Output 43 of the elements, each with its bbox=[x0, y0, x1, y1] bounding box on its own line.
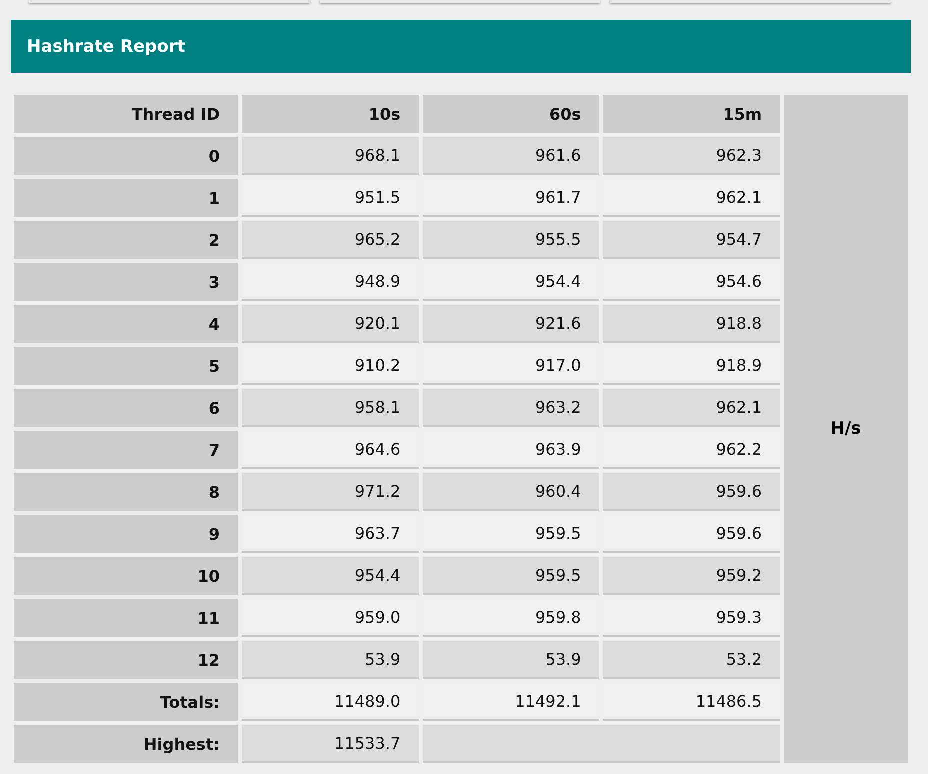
column-header: 10s bbox=[242, 95, 419, 133]
row-label: 2 bbox=[14, 221, 238, 259]
table-cell: 11533.7 bbox=[242, 725, 419, 763]
table-cell: 954.7 bbox=[603, 221, 780, 259]
row-label: 4 bbox=[14, 305, 238, 343]
table-cell: 960.4 bbox=[422, 473, 600, 511]
row-label: 10 bbox=[14, 557, 238, 595]
table-cell: 968.1 bbox=[242, 137, 419, 175]
table-cell: 961.6 bbox=[422, 137, 600, 175]
row-label: 1 bbox=[14, 179, 238, 217]
table-cell: 959.2 bbox=[603, 557, 780, 595]
table-cell: 53.9 bbox=[422, 641, 600, 679]
table-cell: 962.1 bbox=[603, 389, 780, 427]
table-cell: 53.2 bbox=[603, 641, 780, 679]
row-label: Totals: bbox=[14, 683, 238, 721]
row-label: 12 bbox=[14, 641, 238, 679]
table-cell: 954.4 bbox=[242, 557, 419, 595]
table-cell: 959.6 bbox=[603, 473, 780, 511]
row-label: 9 bbox=[14, 515, 238, 553]
row-label: 6 bbox=[14, 389, 238, 427]
row-label: 11 bbox=[14, 599, 238, 637]
table-cell: 962.3 bbox=[603, 137, 780, 175]
row-label: 5 bbox=[14, 347, 238, 385]
column-header: Thread ID bbox=[14, 95, 238, 133]
row-label: Highest: bbox=[14, 725, 238, 763]
table-cell: 918.8 bbox=[603, 305, 780, 343]
row-label: 0 bbox=[14, 137, 238, 175]
unit-label: H/s bbox=[784, 95, 908, 763]
table-cell: 921.6 bbox=[422, 305, 600, 343]
table-cell: 963.2 bbox=[422, 389, 600, 427]
section-title: Hashrate Report bbox=[11, 20, 911, 73]
column-header: 15m bbox=[603, 95, 780, 133]
table-cell: 920.1 bbox=[242, 305, 419, 343]
row-label: 8 bbox=[14, 473, 238, 511]
table-cell: 958.1 bbox=[242, 389, 419, 427]
table-cell: 971.2 bbox=[242, 473, 419, 511]
row-label: 7 bbox=[14, 431, 238, 469]
table-cell: 53.9 bbox=[242, 641, 419, 679]
table-cell: 965.2 bbox=[242, 221, 419, 259]
column-header: 60s bbox=[422, 95, 600, 133]
table-cell: 955.5 bbox=[422, 221, 600, 259]
table-cell: 959.5 bbox=[422, 557, 600, 595]
row-label: 3 bbox=[14, 263, 238, 301]
